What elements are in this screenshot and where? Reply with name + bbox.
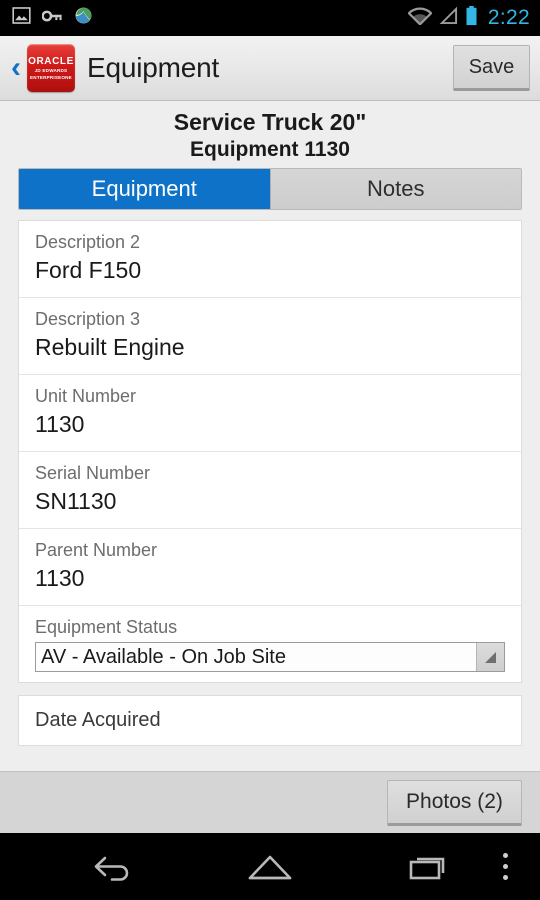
field-parent-number[interactable]: Parent Number 1130 bbox=[19, 529, 521, 606]
back-icon[interactable] bbox=[78, 833, 150, 900]
field-label: Equipment Status bbox=[35, 617, 178, 637]
field-label: Serial Number bbox=[35, 463, 151, 483]
android-navigation-bar bbox=[0, 833, 540, 900]
recents-icon[interactable] bbox=[394, 833, 466, 900]
logo-product-line-2: ENTERPRISEONE bbox=[30, 74, 72, 80]
field-label: Parent Number bbox=[35, 540, 158, 560]
status-bar-system: 2:22 bbox=[407, 5, 530, 31]
field-value: Ford F150 bbox=[35, 257, 142, 283]
field-value: 1130 bbox=[35, 411, 85, 437]
field-value: Rebuilt Engine bbox=[35, 334, 185, 360]
record-header: Service Truck 20" Equipment 1130 bbox=[0, 101, 540, 163]
page-title: Equipment bbox=[87, 52, 220, 83]
phone-screen: 2:22 ‹ ORACLE JD EDWARDS ENTERPRISEONE E… bbox=[0, 0, 540, 900]
field-serial-number[interactable]: Serial Number SN1130 bbox=[19, 452, 521, 529]
photos-button[interactable]: Photos (2) bbox=[387, 779, 522, 826]
browser-icon bbox=[74, 6, 93, 30]
tab-equipment[interactable]: Equipment bbox=[19, 169, 270, 209]
field-label: Description 2 bbox=[35, 232, 141, 252]
status-bar-notifications bbox=[12, 6, 93, 30]
tab-bar: Equipment Notes bbox=[18, 168, 522, 210]
key-icon bbox=[41, 9, 63, 28]
bottom-action-bar: Photos (2) bbox=[0, 771, 540, 833]
field-description-2[interactable]: Description 2 Ford F150 bbox=[19, 221, 521, 298]
tab-notes[interactable]: Notes bbox=[269, 169, 521, 209]
wifi-icon bbox=[407, 7, 433, 30]
equipment-details-card: Description 2 Ford F150 Description 3 Re… bbox=[18, 220, 522, 683]
field-label: Description 3 bbox=[35, 309, 141, 329]
field-value: 1130 bbox=[35, 565, 85, 591]
dropdown-arrow-icon bbox=[476, 643, 504, 671]
signal-icon bbox=[439, 6, 458, 30]
status-bar: 2:22 bbox=[0, 0, 540, 36]
field-description-3[interactable]: Description 3 Rebuilt Engine bbox=[19, 298, 521, 375]
field-label: Unit Number bbox=[35, 386, 137, 406]
logo-brand-text: ORACLE bbox=[28, 55, 74, 67]
home-icon[interactable] bbox=[234, 833, 306, 900]
equipment-status-value: AV - Available - On Job Site bbox=[41, 645, 286, 668]
app-header: ‹ ORACLE JD EDWARDS ENTERPRISEONE Equipm… bbox=[0, 36, 540, 101]
record-title: Service Truck 20" bbox=[173, 109, 367, 135]
save-button[interactable]: Save bbox=[453, 45, 530, 91]
record-subtitle: Equipment 1130 bbox=[190, 138, 350, 161]
logo-product-line-1: JD EDWARDS bbox=[34, 67, 68, 73]
oracle-jde-logo: ORACLE JD EDWARDS ENTERPRISEONE bbox=[27, 44, 75, 92]
battery-icon bbox=[465, 5, 478, 31]
back-button[interactable]: ‹ bbox=[6, 53, 26, 83]
field-value: SN1130 bbox=[35, 488, 117, 514]
form-scroll-area[interactable]: Description 2 Ford F150 Description 3 Re… bbox=[0, 210, 540, 771]
equipment-status-dropdown[interactable]: AV - Available - On Job Site bbox=[35, 642, 505, 672]
status-bar-clock: 2:22 bbox=[487, 6, 530, 29]
field-date-acquired[interactable]: Date Acquired bbox=[19, 696, 521, 745]
date-acquired-card: Date Acquired bbox=[18, 695, 522, 746]
field-unit-number[interactable]: Unit Number 1130 bbox=[19, 375, 521, 452]
image-icon bbox=[12, 6, 31, 30]
field-label: Date Acquired bbox=[35, 709, 161, 731]
field-equipment-status[interactable]: Equipment Status AV - Available - On Job… bbox=[19, 606, 521, 682]
overflow-menu-icon[interactable] bbox=[484, 833, 526, 900]
